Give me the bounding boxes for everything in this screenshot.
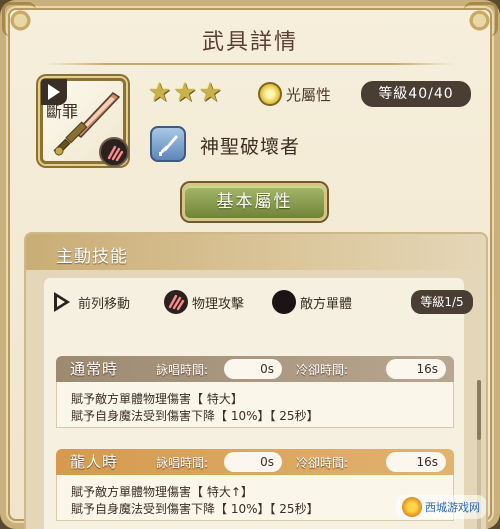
skill-level-badge: 等級1/5 (411, 290, 473, 314)
page-title: 武具詳情 (201, 30, 298, 55)
skill-section-header: 主動技能 (26, 234, 486, 270)
skill-name: 斷罪 (46, 102, 79, 121)
skill-block-body: 賦予敵方單體物理傷害【 特大】 賦予自身魔法受到傷害下降【 10%】【 25秒】 (56, 382, 454, 428)
base-attributes-button[interactable]: 基本屬性 (182, 183, 327, 221)
skill-effect-line: 賦予敵方單體物理傷害【 特大↑】 (71, 485, 253, 499)
title-divider (46, 63, 454, 65)
weapon-type-icon (150, 126, 186, 162)
skill-block-header: 龍人時 詠唱時間: 0s 冷卻時間: 16s (56, 449, 454, 475)
skill-tag-attack: 物理攻擊 (164, 290, 244, 314)
skill-tag-label: 物理攻擊 (192, 296, 245, 312)
cast-time-label: 詠唱時間: (156, 456, 209, 470)
light-attribute-icon (258, 82, 282, 106)
star-icon: ★ (173, 78, 197, 108)
skill-tag-target: 敵方單體 (272, 290, 352, 314)
skill-block-header: 通常時 詠唱時間: 0s 冷卻時間: 16s (56, 356, 454, 382)
cooldown-value: 16s (386, 452, 446, 472)
attribute-label: 光屬性 (286, 85, 332, 104)
skill-mode-title: 龍人時 (70, 453, 119, 471)
cast-time-label: 詠唱時間: (156, 363, 209, 377)
watermark-text: 西城游戏网 (425, 501, 480, 514)
cast-time-value: 0s (224, 452, 282, 472)
claw-icon (99, 137, 129, 167)
skill-section-label: 主動技能 (56, 247, 128, 267)
skill-effect-line: 賦予自身魔法受到傷害下降【 10%】【 25秒】 (71, 409, 319, 423)
claw-icon (164, 290, 188, 314)
skill-effect-line: 賦予敵方單體物理傷害【 特大】 (71, 392, 243, 406)
watermark: 西城游戏网 (396, 495, 486, 519)
skill-effect-line: 賦予自身魔法受到傷害下降【 10%】【 25秒】 (71, 502, 319, 516)
skill-tag-move: 前列移動 (50, 290, 130, 314)
star-icon: ★ (148, 78, 172, 108)
skill-tag-label: 敵方單體 (300, 296, 353, 312)
cooldown-label: 冷卻時間: (296, 456, 349, 470)
skill-tag-label: 前列移動 (78, 296, 131, 312)
cooldown-label: 冷卻時間: (296, 363, 349, 377)
target-dot-icon (272, 290, 296, 314)
star-rating: ★ ★ ★ (148, 80, 222, 106)
cast-time-value: 0s (224, 359, 282, 379)
attribute-indicator: 光屬性 (258, 82, 331, 106)
weapon-name: 神聖破壞者 (200, 136, 301, 158)
site-logo-icon (402, 497, 422, 517)
scrollbar-thumb[interactable] (477, 380, 481, 440)
star-icon: ★ (198, 78, 222, 108)
weapon-level-badge: 等級40/40 (361, 81, 471, 107)
cooldown-value: 16s (386, 359, 446, 379)
skill-mode-title: 通常時 (70, 360, 119, 378)
weapon-detail-panel: 武具詳情 ★ ★ ★ 光屬性 等級40/40 神聖破壞者 基本屬性 主動技能 前… (0, 0, 500, 529)
play-arrow-icon (50, 290, 74, 314)
skill-block-body: 賦予敵方單體物理傷害【 特大↑】 賦予自身魔法受到傷害下降【 10%】【 25秒… (56, 475, 454, 521)
